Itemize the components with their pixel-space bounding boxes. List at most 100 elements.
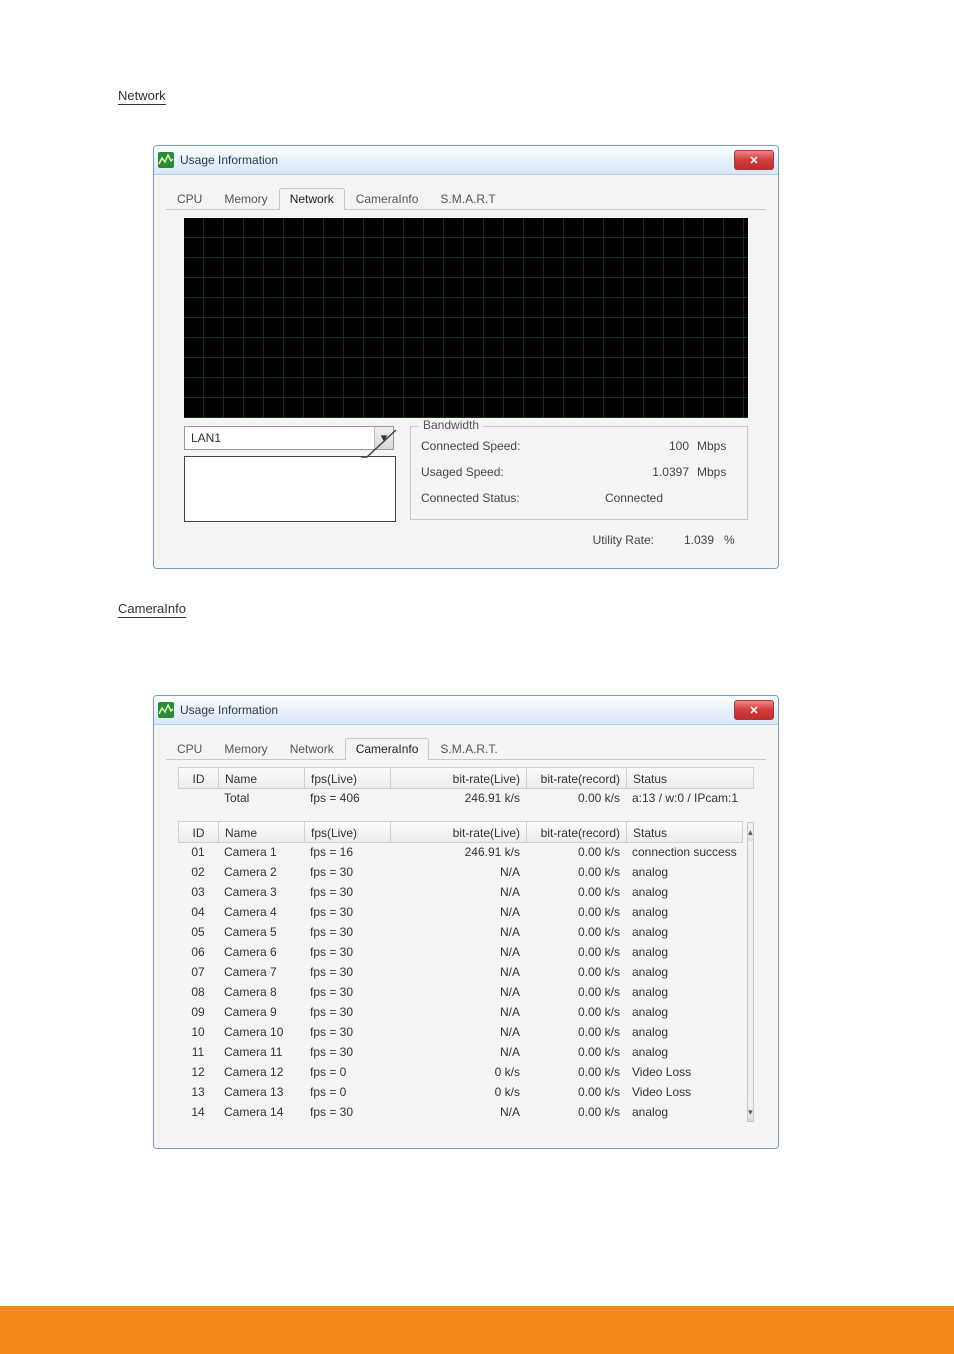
scroll-track[interactable] bbox=[748, 841, 753, 1103]
close-button[interactable]: ✕ bbox=[734, 150, 774, 170]
table-cell: analog bbox=[626, 865, 743, 879]
bandwidth-label: Usaged Speed: bbox=[421, 465, 571, 479]
column-header[interactable]: Status bbox=[626, 767, 754, 789]
table-cell: fps = 30 bbox=[304, 965, 390, 979]
column-header[interactable]: Name bbox=[218, 767, 304, 789]
tab-memory[interactable]: Memory bbox=[213, 188, 278, 210]
table-row[interactable]: 05Camera 5fps = 30N/A0.00 k/sanalog bbox=[178, 922, 743, 942]
column-header[interactable]: bit-rate(record) bbox=[526, 821, 626, 843]
table-cell: 0.00 k/s bbox=[526, 1085, 626, 1099]
column-header[interactable]: bit-rate(Live) bbox=[390, 821, 526, 843]
table-cell: 246.91 k/s bbox=[390, 791, 526, 805]
tabs: CPUMemoryNetworkCameraInfoS.M.A.R.T. bbox=[166, 735, 766, 760]
table-cell: fps = 30 bbox=[304, 1105, 390, 1119]
table-cell: Total bbox=[218, 791, 304, 805]
table-cell: analog bbox=[626, 945, 743, 959]
tab-network[interactable]: Network bbox=[279, 188, 345, 210]
table-cell: fps = 30 bbox=[304, 1005, 390, 1019]
table-cell: Camera 1 bbox=[218, 845, 304, 859]
tab-cpu[interactable]: CPU bbox=[166, 738, 213, 760]
table-row[interactable]: 14Camera 14fps = 30N/A0.00 k/sanalog bbox=[178, 1102, 743, 1122]
column-header[interactable]: fps(Live) bbox=[304, 821, 390, 843]
table-cell: Video Loss bbox=[626, 1065, 743, 1079]
table-cell: analog bbox=[626, 1105, 743, 1119]
table-cell: N/A bbox=[390, 925, 526, 939]
table-cell: 0.00 k/s bbox=[526, 845, 626, 859]
table-cell: Camera 2 bbox=[218, 865, 304, 879]
bandwidth-row: Usaged Speed:1.0397Mbps bbox=[421, 459, 737, 485]
table-cell: N/A bbox=[390, 945, 526, 959]
table-cell: analog bbox=[626, 1025, 743, 1039]
close-button[interactable]: ✕ bbox=[734, 700, 774, 720]
close-icon: ✕ bbox=[749, 154, 758, 167]
scroll-up-button[interactable]: ▴ bbox=[748, 823, 753, 841]
table-row[interactable]: 10Camera 10fps = 30N/A0.00 k/sanalog bbox=[178, 1022, 743, 1042]
tab-network[interactable]: Network bbox=[279, 738, 345, 760]
table-cell: fps = 30 bbox=[304, 925, 390, 939]
bandwidth-legend: Bandwidth bbox=[419, 418, 483, 432]
column-header[interactable]: Name bbox=[218, 821, 304, 843]
titlebar: Usage Information ✕ bbox=[154, 696, 778, 725]
table-cell: N/A bbox=[390, 865, 526, 879]
section-camerainfo-caption-a: click CameraInfo, the camera information bbox=[218, 601, 455, 616]
table-cell: Camera 5 bbox=[218, 925, 304, 939]
tab-memory[interactable]: Memory bbox=[213, 738, 278, 760]
table-row[interactable]: 07Camera 7fps = 30N/A0.00 k/sanalog bbox=[178, 962, 743, 982]
scrollbar[interactable]: ▴ ▾ bbox=[747, 822, 754, 1122]
table-row[interactable]: 03Camera 3fps = 30N/A0.00 k/sanalog bbox=[178, 882, 743, 902]
tab-cpu[interactable]: CPU bbox=[166, 188, 213, 210]
column-header[interactable]: Status bbox=[626, 821, 743, 843]
scroll-down-button[interactable]: ▾ bbox=[748, 1103, 753, 1121]
table-cell: analog bbox=[626, 1045, 743, 1059]
chevron-down-icon: ▾ bbox=[748, 1107, 753, 1118]
bandwidth-row: Connected Speed:100Mbps bbox=[421, 433, 737, 459]
chevron-up-icon: ▴ bbox=[748, 827, 753, 838]
table-cell: N/A bbox=[390, 1025, 526, 1039]
table-cell: Camera 14 bbox=[218, 1105, 304, 1119]
tab-camerainfo[interactable]: CameraInfo bbox=[345, 738, 430, 760]
column-header[interactable]: bit-rate(record) bbox=[526, 767, 626, 789]
table-cell: a:13 / w:0 / IPcam:1 bbox=[626, 791, 754, 805]
table-cell: analog bbox=[626, 965, 743, 979]
table-row[interactable]: 04Camera 4fps = 30N/A0.00 k/sanalog bbox=[178, 902, 743, 922]
table-cell: Camera 8 bbox=[218, 985, 304, 999]
tab-camerainfo[interactable]: CameraInfo bbox=[345, 188, 430, 210]
tab-smart[interactable]: S.M.A.R.T bbox=[429, 188, 506, 210]
table-row[interactable]: 11Camera 11fps = 30N/A0.00 k/sanalog bbox=[178, 1042, 743, 1062]
bandwidth-value: Connected bbox=[571, 491, 697, 505]
table-cell: 14 bbox=[178, 1105, 218, 1119]
table-cell: fps = 406 bbox=[304, 791, 390, 805]
table-cell: 02 bbox=[178, 865, 218, 879]
table-cell: 11 bbox=[178, 1045, 218, 1059]
callout-box bbox=[184, 456, 396, 522]
table-cell: N/A bbox=[390, 885, 526, 899]
footer-bar bbox=[0, 1306, 954, 1354]
table-cell: 0.00 k/s bbox=[526, 791, 626, 805]
tab-smart[interactable]: S.M.A.R.T. bbox=[429, 738, 508, 760]
tabs: CPUMemoryNetworkCameraInfoS.M.A.R.T bbox=[166, 185, 766, 210]
network-graph bbox=[184, 218, 748, 418]
table-cell: Camera 4 bbox=[218, 905, 304, 919]
bandwidth-unit: Mbps bbox=[697, 439, 737, 453]
table-cell: connection success bbox=[626, 845, 743, 859]
titlebar: Usage Information ✕ bbox=[154, 146, 778, 175]
table-cell: N/A bbox=[390, 905, 526, 919]
table-row[interactable]: 13Camera 13fps = 00 k/s0.00 k/sVideo Los… bbox=[178, 1082, 743, 1102]
column-header[interactable]: ID bbox=[178, 821, 218, 843]
table-row[interactable]: 12Camera 12fps = 00 k/s0.00 k/sVideo Los… bbox=[178, 1062, 743, 1082]
table-cell: 09 bbox=[178, 1005, 218, 1019]
table-cell: Camera 13 bbox=[218, 1085, 304, 1099]
table-row[interactable]: 01Camera 1fps = 16246.91 k/s0.00 k/sconn… bbox=[178, 842, 743, 862]
table-row[interactable]: 06Camera 6fps = 30N/A0.00 k/sanalog bbox=[178, 942, 743, 962]
table-cell: Camera 12 bbox=[218, 1065, 304, 1079]
table-cell: 13 bbox=[178, 1085, 218, 1099]
table-cell: fps = 30 bbox=[304, 1045, 390, 1059]
table-row[interactable]: 08Camera 8fps = 30N/A0.00 k/sanalog bbox=[178, 982, 743, 1002]
column-header[interactable]: bit-rate(Live) bbox=[390, 767, 526, 789]
column-header[interactable]: fps(Live) bbox=[304, 767, 390, 789]
table-row[interactable]: 09Camera 9fps = 30N/A0.00 k/sanalog bbox=[178, 1002, 743, 1022]
column-header[interactable]: ID bbox=[178, 767, 218, 789]
table-row[interactable]: 02Camera 2fps = 30N/A0.00 k/sanalog bbox=[178, 862, 743, 882]
table-cell: fps = 30 bbox=[304, 945, 390, 959]
table-cell: 0.00 k/s bbox=[526, 885, 626, 899]
